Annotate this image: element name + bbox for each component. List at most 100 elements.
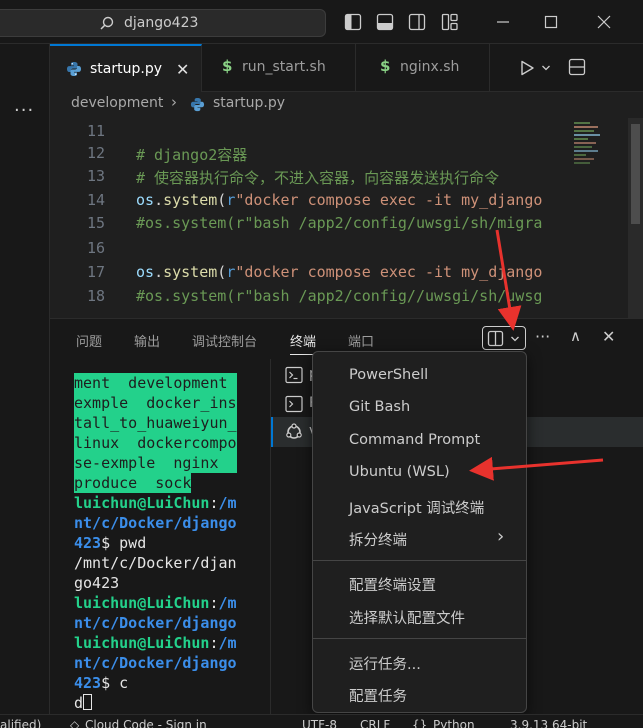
chevron-down-icon: [511, 336, 519, 342]
breadcrumb-folder[interactable]: development: [71, 95, 163, 111]
menu-item-label: 配置任务: [349, 689, 407, 705]
code-token: "docker compose exec -it my_django: [235, 191, 543, 209]
toggle-primary-sidebar-icon[interactable]: [344, 13, 362, 31]
menu-item-label: JavaScript 调试终端: [349, 501, 485, 517]
code-token: os: [136, 263, 155, 281]
menu-item-javascript-debug-terminal[interactable]: JavaScript 调试终端: [317, 491, 522, 521]
terminal-line: linux dockercompo: [74, 433, 237, 453]
menu-item-git-bash[interactable]: Git Bash: [317, 393, 522, 423]
prompt-user: luichun@LuiChun: [74, 494, 210, 512]
menu-item-ubuntu-wsl[interactable]: Ubuntu (WSL): [317, 458, 522, 488]
close-panel-icon[interactable]: ✕: [602, 327, 615, 346]
sidebar-strip: ···: [0, 44, 50, 728]
more-actions-icon[interactable]: ···: [535, 327, 550, 346]
prompt-dollar: $: [101, 534, 120, 552]
toggle-panel-icon[interactable]: [376, 13, 394, 31]
terminal-line: 423$ c: [74, 673, 128, 693]
command-center-search[interactable]: django423: [0, 9, 326, 37]
terminal-line: d: [74, 693, 93, 713]
prompt-path: /m: [218, 494, 237, 512]
scrollbar-thumb[interactable]: [631, 124, 640, 224]
minimize-window-icon[interactable]: [491, 10, 515, 34]
launch-profile-menu: PowerShell Git Bash Command Prompt Ubunt…: [312, 351, 527, 713]
split-terminal-icon: [487, 330, 504, 347]
terminal-icon: [285, 395, 303, 413]
code-token: system: [163, 263, 218, 281]
terminal-line: luichun@LuiChun:/m: [74, 493, 237, 513]
terminal-line: ment development: [74, 373, 237, 393]
line-number: 17: [86, 263, 105, 281]
prompt-colon: :: [209, 634, 219, 652]
maximize-panel-icon[interactable]: ∧: [570, 327, 581, 345]
shell-dollar-icon: $: [222, 57, 233, 75]
line-number: 11: [86, 122, 105, 140]
terminal-line: go423: [74, 574, 120, 592]
command: pwd: [119, 534, 147, 552]
breadcrumb-file[interactable]: startup.py: [213, 95, 285, 111]
status-encoding[interactable]: UTF-8: [302, 718, 337, 728]
tab-debug-console[interactable]: 调试控制台: [192, 331, 257, 350]
menu-item-label: PowerShell: [349, 367, 429, 383]
code-token: system: [163, 191, 218, 209]
run-file-icon[interactable]: [518, 59, 536, 77]
launch-profile-button[interactable]: [482, 326, 526, 350]
prompt-dollar: $: [101, 674, 120, 692]
menu-item-configure-terminal-settings[interactable]: 配置终端设置: [317, 568, 522, 598]
code-token: r: [226, 263, 236, 281]
menu-item-powershell[interactable]: PowerShell: [317, 361, 522, 391]
menu-item-run-task[interactable]: 运行任务...: [317, 647, 522, 677]
sidebar-more-icon[interactable]: ···: [14, 100, 34, 121]
prompt-path: 423: [74, 674, 102, 692]
code-line: #os.system(r"bash /app2/config/uwsgi/sh/…: [136, 214, 543, 232]
terminal-output[interactable]: ment development exmple docker_ins tall_…: [74, 371, 244, 715]
code-editor[interactable]: 11 12 # django2容器 13 # 使容器执行命令，不进入容器，向容器…: [50, 118, 643, 318]
python-icon: [67, 62, 81, 76]
code-token: os: [136, 191, 155, 209]
menu-item-configure-tasks[interactable]: 配置任务: [317, 679, 522, 709]
close-window-icon[interactable]: [592, 10, 616, 34]
search-icon: [100, 16, 114, 30]
menu-item-label: 运行任务...: [349, 657, 421, 673]
tab-ports[interactable]: 端口: [348, 331, 374, 350]
code-token: .: [154, 263, 164, 281]
menu-item-split-terminal[interactable]: 拆分终端 ›: [317, 523, 522, 553]
status-language[interactable]: Python: [433, 718, 475, 728]
terminal-icon: [285, 366, 303, 384]
toggle-secondary-sidebar-icon[interactable]: [408, 13, 426, 31]
status-qualified[interactable]: alified): [0, 718, 41, 728]
line-number: 13: [86, 167, 105, 185]
close-tab-icon[interactable]: ✕: [176, 60, 189, 79]
run-options-chevron-down-icon[interactable]: [541, 63, 551, 73]
terminal-line: exmple docker_ins: [74, 393, 237, 413]
ubuntu-icon: [286, 423, 302, 439]
status-cloud-code[interactable]: Cloud Code - Sign in: [85, 718, 207, 728]
terminal-line: nt/c/Docker/django: [74, 514, 237, 532]
code-token: "docker compose exec -it my_django: [235, 263, 543, 281]
shell-dollar-icon: $: [380, 57, 391, 75]
menu-item-command-prompt[interactable]: Command Prompt: [317, 426, 522, 456]
editor-scrollbar[interactable]: [628, 118, 643, 318]
menu-item-label: 配置终端设置: [349, 578, 436, 594]
menu-separator: [313, 560, 526, 561]
tab-startup-py[interactable]: startup.py ✕: [50, 44, 202, 92]
status-eol[interactable]: CRLF: [360, 718, 390, 728]
tab-run-start-sh[interactable]: $ run_start.sh: [202, 44, 356, 92]
python-icon: [190, 97, 205, 112]
tab-label: nginx.sh: [400, 59, 460, 75]
tab-problems[interactable]: 问题: [76, 331, 102, 350]
prompt-user: luichun@LuiChun: [74, 594, 210, 612]
menu-item-select-default-profile[interactable]: 选择默认配置文件: [317, 601, 522, 631]
tab-terminal[interactable]: 终端: [290, 331, 316, 350]
prompt-colon: :: [209, 494, 219, 512]
code-token: .: [154, 191, 164, 209]
terminal-line: nt/c/Docker/django: [74, 614, 237, 632]
tab-output[interactable]: 输出: [134, 331, 160, 350]
split-editor-icon[interactable]: [568, 58, 586, 76]
maximize-window-icon[interactable]: [539, 10, 563, 34]
code-line: # 使容器执行命令，不进入容器，向容器发送执行命令: [136, 169, 500, 187]
status-python-version[interactable]: 3.9.13 64-bit: [510, 718, 587, 728]
customize-layout-icon[interactable]: [441, 13, 459, 31]
tab-nginx-sh[interactable]: $ nginx.sh: [356, 44, 490, 92]
title-bar: django423: [0, 0, 643, 44]
minimap[interactable]: [574, 118, 634, 318]
